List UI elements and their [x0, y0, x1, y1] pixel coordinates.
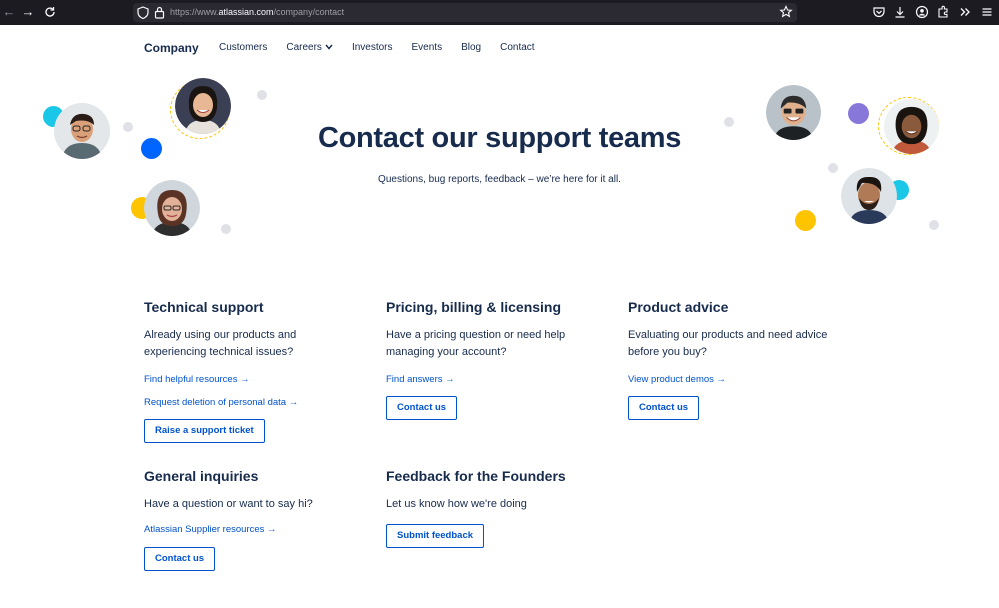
url-bar[interactable]: https://www.atlassian.com/company/contac… [133, 3, 797, 22]
raise-support-ticket-button[interactable]: Raise a support ticket [144, 419, 265, 443]
request-deletion-link[interactable]: Request deletion of personal data → [144, 397, 344, 408]
card-description: Already using our products and experienc… [144, 329, 297, 358]
lock-icon[interactable] [154, 6, 165, 19]
page-title: Contact our support teams [317, 122, 682, 154]
card-description: Evaluating our products and need advice … [628, 329, 828, 358]
card-description: Have a question or want to say hi? [144, 498, 313, 510]
card-product-advice: Product advice Evaluating our products a… [628, 299, 848, 420]
card-title: Product advice [628, 299, 729, 315]
view-product-demos-link[interactable]: View product demos → [628, 374, 848, 385]
forward-arrow-icon[interactable]: → [20, 4, 36, 20]
nav-careers[interactable]: Careers [286, 42, 333, 53]
card-description: Let us know how we're doing [386, 498, 527, 510]
decor-dot-gray [929, 220, 939, 230]
url-path: /company/contact [273, 7, 345, 17]
decor-dot-gray [257, 90, 267, 100]
menu-icon[interactable] [980, 5, 994, 19]
page-subtitle: Questions, bug reports, feedback – we’re… [378, 174, 621, 185]
nav-events[interactable]: Events [412, 42, 443, 53]
decor-dot-yellow [795, 210, 816, 231]
account-icon[interactable] [915, 5, 929, 19]
reload-icon[interactable] [42, 4, 58, 20]
card-title: Pricing, billing & licensing [386, 299, 562, 315]
card-technical-support: Technical support Already using our prod… [144, 299, 344, 443]
extensions-icon[interactable] [936, 5, 950, 19]
pocket-icon[interactable] [872, 5, 886, 19]
card-title: Technical support [144, 299, 264, 315]
card-title: Feedback for the Founders [386, 468, 566, 484]
avatar-person-3 [144, 180, 200, 236]
supplier-resources-link[interactable]: Atlassian Supplier resources → [144, 524, 364, 535]
card-feedback-founders: Feedback for the Founders Let us know ho… [386, 468, 606, 548]
decor-dot-gray [828, 163, 838, 173]
shield-icon[interactable] [137, 6, 149, 19]
overflow-icon[interactable] [958, 5, 972, 19]
url-prefix: https://www. [170, 7, 219, 17]
nav-investors[interactable]: Investors [352, 42, 393, 53]
back-arrow-icon[interactable]: ← [1, 4, 17, 20]
nav-blog[interactable]: Blog [461, 42, 481, 53]
url-text: https://www.atlassian.com/company/contac… [170, 6, 344, 19]
nav-careers-label: Careers [286, 42, 322, 53]
decor-dot-gray [221, 224, 231, 234]
star-icon[interactable] [779, 5, 793, 19]
brand-link[interactable]: Company [144, 41, 199, 55]
top-nav: Customers Careers Investors Events Blog … [219, 42, 554, 53]
nav-contact[interactable]: Contact [500, 42, 534, 53]
find-answers-link[interactable]: Find answers → [386, 374, 596, 385]
find-helpful-resources-link[interactable]: Find helpful resources → [144, 374, 344, 385]
product-contact-us-button[interactable]: Contact us [628, 396, 700, 420]
decor-dot-purple [848, 103, 869, 124]
download-icon[interactable] [893, 5, 907, 19]
submit-feedback-button[interactable]: Submit feedback [386, 524, 485, 548]
chevron-down-icon [325, 44, 333, 50]
browser-toolbar: ← → https://www.atlassian.com/company/co… [0, 0, 999, 25]
card-description: Have a pricing question or need help man… [386, 329, 566, 358]
nav-customers[interactable]: Customers [219, 42, 267, 53]
pricing-contact-us-button[interactable]: Contact us [386, 396, 458, 420]
general-contact-us-button[interactable]: Contact us [144, 547, 216, 571]
card-general-inquiries: General inquiries Have a question or wan… [144, 468, 364, 571]
card-pricing-billing: Pricing, billing & licensing Have a pric… [386, 299, 596, 420]
card-title: General inquiries [144, 468, 259, 484]
url-domain: atlassian.com [218, 7, 274, 17]
